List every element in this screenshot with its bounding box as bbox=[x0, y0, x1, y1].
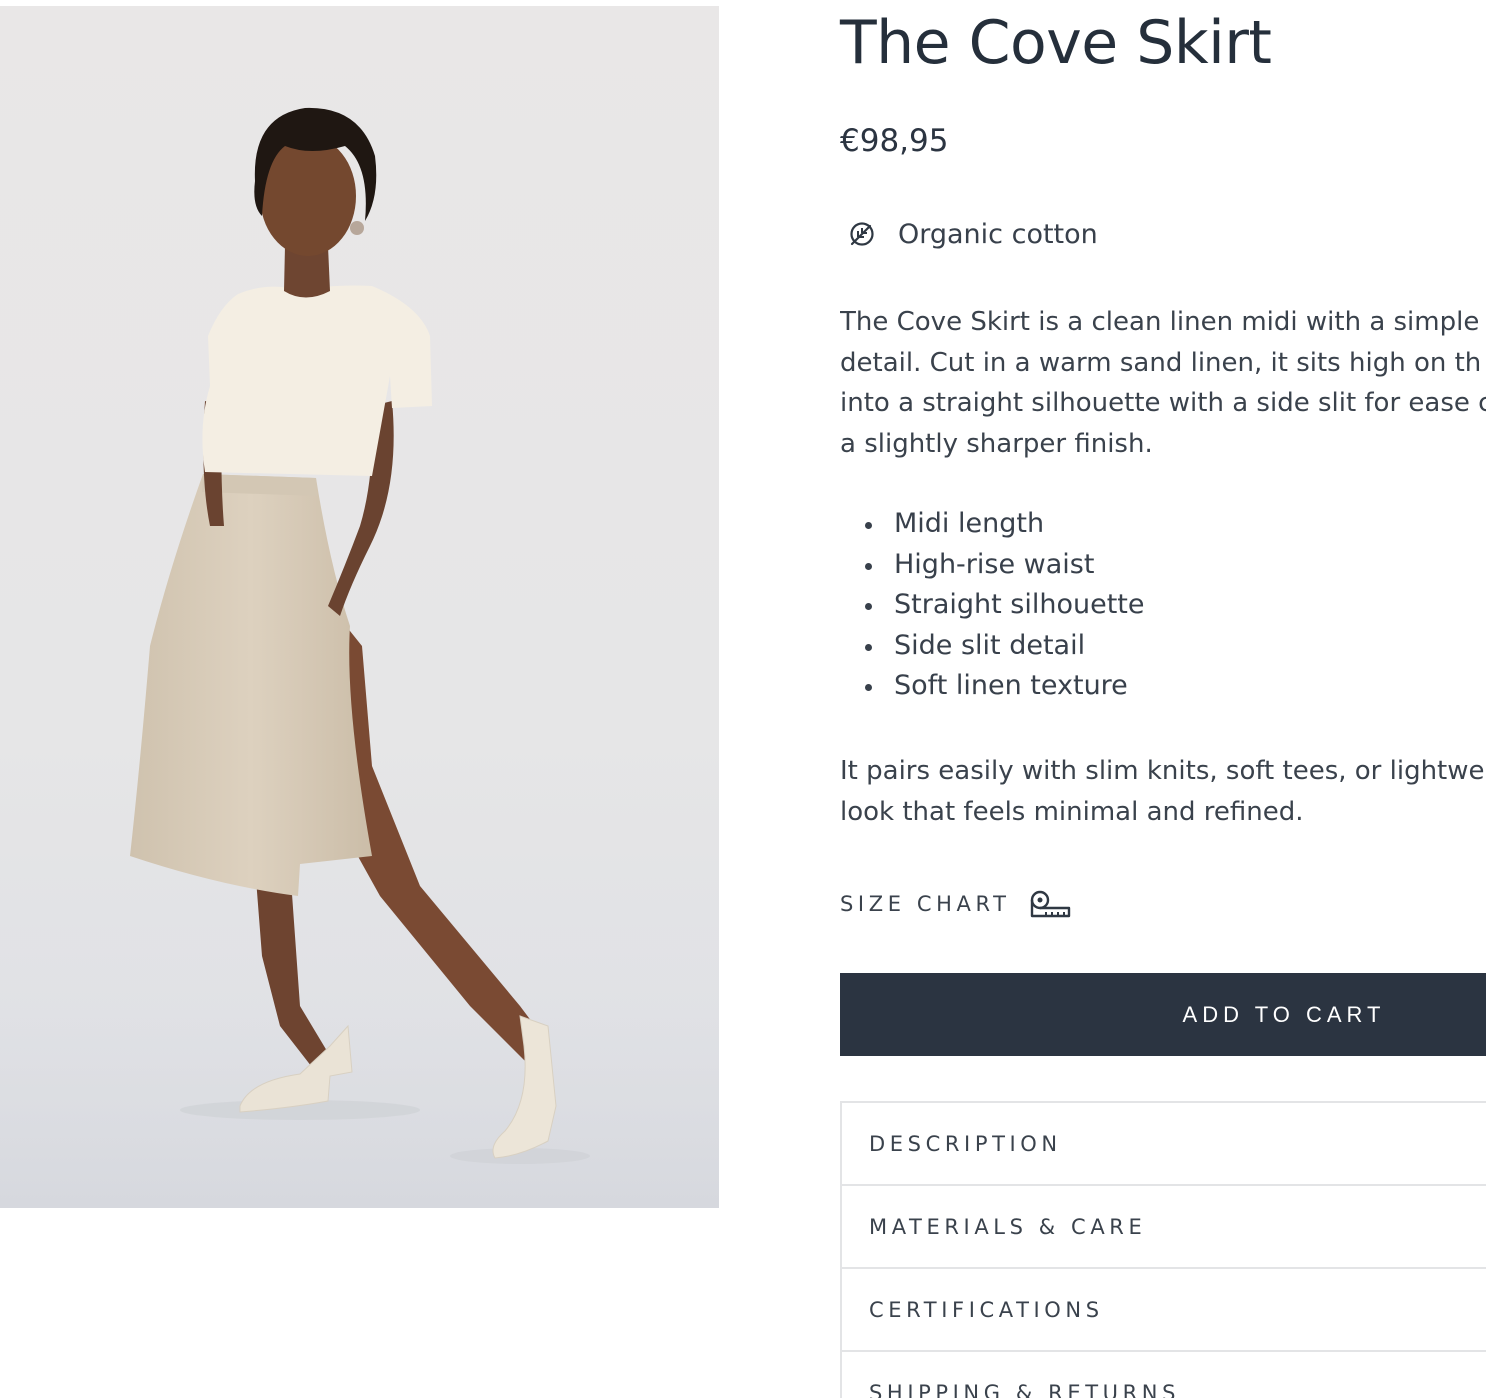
material-badge: Organic cotton bbox=[846, 216, 1098, 252]
product-accordion: DESCRIPTION MATERIALS & CARE CERTIFICATI… bbox=[840, 1101, 1486, 1398]
measuring-tape-icon bbox=[1030, 890, 1070, 918]
styling-note: It pairs easily with slim knits, soft te… bbox=[840, 751, 1486, 832]
feature-item: Midi length bbox=[864, 504, 1145, 545]
product-title: The Cove Skirt bbox=[840, 8, 1272, 78]
size-chart-link[interactable]: SIZE CHART bbox=[840, 884, 1071, 924]
feature-item: Side slit detail bbox=[864, 626, 1145, 667]
accordion-label: CERTIFICATIONS bbox=[869, 1297, 1104, 1322]
accordion-label: MATERIALS & CARE bbox=[869, 1214, 1147, 1239]
feature-list: Midi length High-rise waist Straight sil… bbox=[864, 504, 1145, 707]
description-line: into a straight silhouette with a side s… bbox=[840, 388, 1486, 418]
product-description: The Cove Skirt is a clean linen midi wit… bbox=[840, 302, 1486, 464]
feature-item: Straight silhouette bbox=[864, 585, 1145, 626]
accordion-certifications[interactable]: CERTIFICATIONS bbox=[842, 1269, 1486, 1352]
accordion-label: SHIPPING & RETURNS bbox=[869, 1380, 1181, 1398]
size-chart-label: SIZE CHART bbox=[840, 892, 1011, 916]
model-wearing-skirt-illustration bbox=[0, 107, 719, 1208]
feature-item: Soft linen texture bbox=[864, 666, 1145, 707]
description-line: detail. Cut in a warm sand linen, it sit… bbox=[840, 347, 1482, 378]
accordion-label: DESCRIPTION bbox=[869, 1131, 1062, 1156]
leaf-icon bbox=[850, 222, 874, 246]
description-line: The Cove Skirt is a clean linen midi wit… bbox=[840, 307, 1480, 337]
product-page: The Cove Skirt €98,95 Organic cotton The… bbox=[0, 0, 1486, 1398]
product-photo bbox=[0, 6, 719, 1208]
material-label: Organic cotton bbox=[898, 218, 1098, 250]
feature-item: High-rise waist bbox=[864, 545, 1145, 586]
accordion-materials-care[interactable]: MATERIALS & CARE bbox=[842, 1186, 1486, 1269]
styling-note-line: look that feels minimal and refined. bbox=[840, 796, 1304, 827]
add-to-cart-label: ADD TO CART bbox=[1182, 1001, 1386, 1027]
product-price: €98,95 bbox=[840, 123, 949, 159]
styling-note-line: It pairs easily with slim knits, soft te… bbox=[840, 756, 1485, 786]
accordion-description[interactable]: DESCRIPTION bbox=[842, 1103, 1486, 1186]
accordion-shipping-returns[interactable]: SHIPPING & RETURNS bbox=[842, 1352, 1486, 1398]
add-to-cart-button[interactable]: ADD TO CART bbox=[840, 973, 1486, 1056]
description-line: a slightly sharper finish. bbox=[840, 428, 1153, 459]
